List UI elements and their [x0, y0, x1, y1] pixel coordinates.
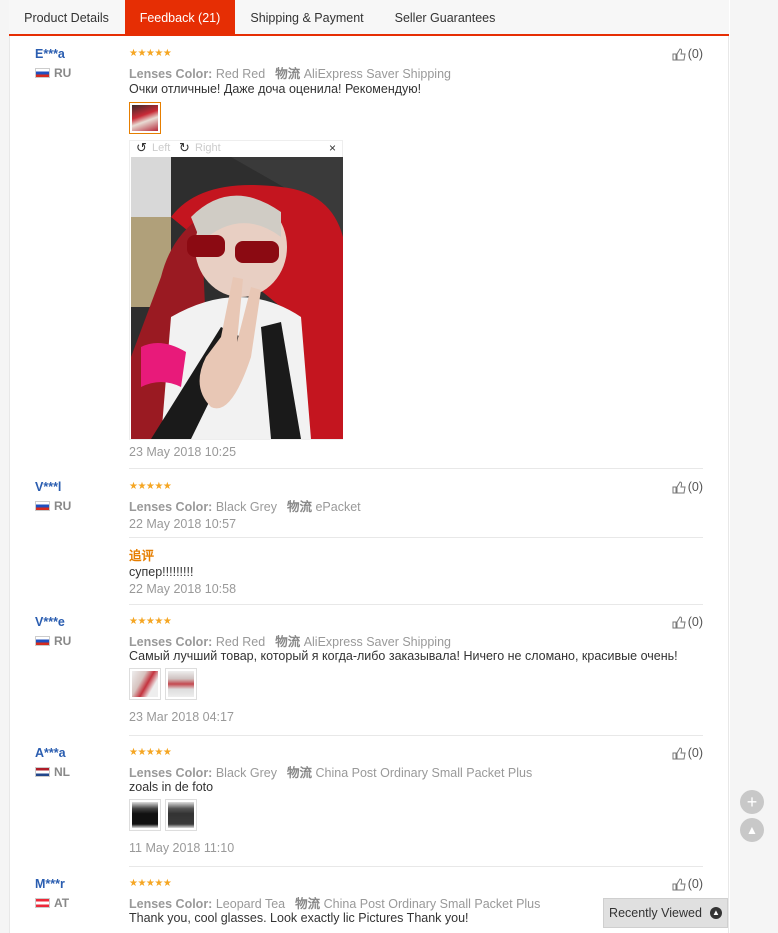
- review-date: 11 May 2018 11:10: [129, 841, 235, 855]
- rotate-right-icon[interactable]: ↻: [179, 140, 190, 156]
- thumbs-up-icon: [672, 746, 686, 759]
- reviewer-country: RU: [35, 66, 71, 80]
- close-icon[interactable]: ×: [329, 141, 336, 155]
- order-info: Lenses Color: Leopard Tea 物流 China Post O…: [129, 897, 541, 911]
- netherlands-flag-icon: [35, 767, 50, 777]
- plus-icon[interactable]: +: [740, 790, 764, 814]
- divider: [129, 735, 703, 736]
- chevron-up-icon: ▲: [709, 907, 722, 919]
- order-info: Lenses Color: Red Red 物流 AliExpress Saver…: [129, 67, 451, 81]
- review-photo-thumb[interactable]: [129, 799, 161, 831]
- helpful-button[interactable]: (0): [672, 877, 703, 891]
- divider: [129, 468, 703, 469]
- tab-shipping-payment[interactable]: Shipping & Payment: [237, 0, 377, 34]
- review-text: zoals in de foto: [129, 780, 214, 794]
- review-item: V***l RU ★★★★★ Lenses Color: Black Grey 物…: [35, 480, 703, 600]
- rotate-right-label[interactable]: Right: [195, 142, 221, 154]
- russia-flag-icon: [35, 68, 50, 78]
- divider: [129, 604, 703, 605]
- review-photo-large: [131, 157, 343, 439]
- reviewer-name[interactable]: E***a: [35, 47, 65, 61]
- review-text: Очки отличные! Даже доча оценила! Рекоме…: [129, 82, 422, 96]
- additional-feedback-text: супер!!!!!!!!!: [129, 565, 194, 579]
- helpful-button[interactable]: (0): [672, 615, 703, 629]
- reviewer-name[interactable]: A***a: [35, 746, 66, 760]
- tab-feedback[interactable]: Feedback (21): [125, 0, 235, 36]
- photo-viewer: ↺ Left ↻ Right ×: [129, 140, 343, 440]
- order-info: Lenses Color: Black Grey 物流 China Post Or…: [129, 766, 533, 780]
- helpful-button[interactable]: (0): [672, 746, 703, 760]
- order-info: Lenses Color: Black Grey 物流 ePacket: [129, 500, 361, 514]
- star-rating: ★★★★★: [129, 747, 172, 758]
- russia-flag-icon: [35, 636, 50, 646]
- recently-viewed-button[interactable]: Recently Viewed ▲: [603, 898, 728, 928]
- reviewer-country: NL: [35, 765, 70, 779]
- recently-viewed-label: Recently Viewed: [609, 906, 702, 920]
- tab-bar: Product Details Feedback (21) Shipping &…: [9, 0, 729, 36]
- review-item: A***a NL ★★★★★ Lenses Color: Black Grey 物…: [35, 746, 703, 856]
- rotate-left-label[interactable]: Left: [152, 142, 170, 154]
- rotate-left-icon[interactable]: ↺: [136, 140, 147, 156]
- divider: [129, 866, 703, 867]
- scroll-to-top-icon[interactable]: ▲: [740, 818, 764, 842]
- order-info: Lenses Color: Red Red 物流 AliExpress Saver…: [129, 635, 451, 649]
- helpful-button[interactable]: (0): [672, 47, 703, 61]
- reviewer-name[interactable]: V***e: [35, 615, 65, 629]
- reviewer-name[interactable]: V***l: [35, 480, 61, 494]
- star-rating: ★★★★★: [129, 616, 172, 627]
- tab-seller-guarantees[interactable]: Seller Guarantees: [379, 0, 511, 34]
- review-text: Thank you, cool glasses. Look exactly li…: [129, 911, 469, 925]
- reviewer-country: RU: [35, 634, 71, 648]
- review-text: Самый лучший товар, который я когда-либо…: [129, 649, 678, 663]
- reviewer-country: AT: [35, 896, 69, 910]
- review-date: 23 May 2018 10:25: [129, 445, 237, 459]
- reviewer-name[interactable]: M***r: [35, 877, 65, 891]
- star-rating: ★★★★★: [129, 878, 172, 889]
- thumbs-up-icon: [672, 480, 686, 493]
- russia-flag-icon: [35, 501, 50, 511]
- review-date: 23 Mar 2018 04:17: [129, 710, 234, 724]
- tab-product-details[interactable]: Product Details: [9, 0, 124, 34]
- additional-feedback-title: 追评: [129, 549, 155, 563]
- additional-feedback-date: 22 May 2018 10:58: [129, 582, 237, 596]
- star-rating: ★★★★★: [129, 48, 172, 59]
- thumbs-up-icon: [672, 615, 686, 628]
- review-item: V***e RU ★★★★★ Lenses Color: Red Red 物流 A…: [35, 615, 703, 725]
- review-photo-thumb[interactable]: [165, 799, 197, 831]
- austria-flag-icon: [35, 898, 50, 908]
- thumbs-up-icon: [672, 877, 686, 890]
- star-rating: ★★★★★: [129, 481, 172, 492]
- reviewer-country: RU: [35, 499, 71, 513]
- review-photo-thumb[interactable]: [165, 668, 197, 700]
- review-date: 22 May 2018 10:57: [129, 517, 237, 531]
- divider: [129, 537, 703, 538]
- review-photo-thumb[interactable]: [129, 668, 161, 700]
- left-gutter: [0, 0, 9, 933]
- thumbs-up-icon: [672, 47, 686, 60]
- review-photo-thumb[interactable]: [129, 102, 161, 134]
- helpful-button[interactable]: (0): [672, 480, 703, 494]
